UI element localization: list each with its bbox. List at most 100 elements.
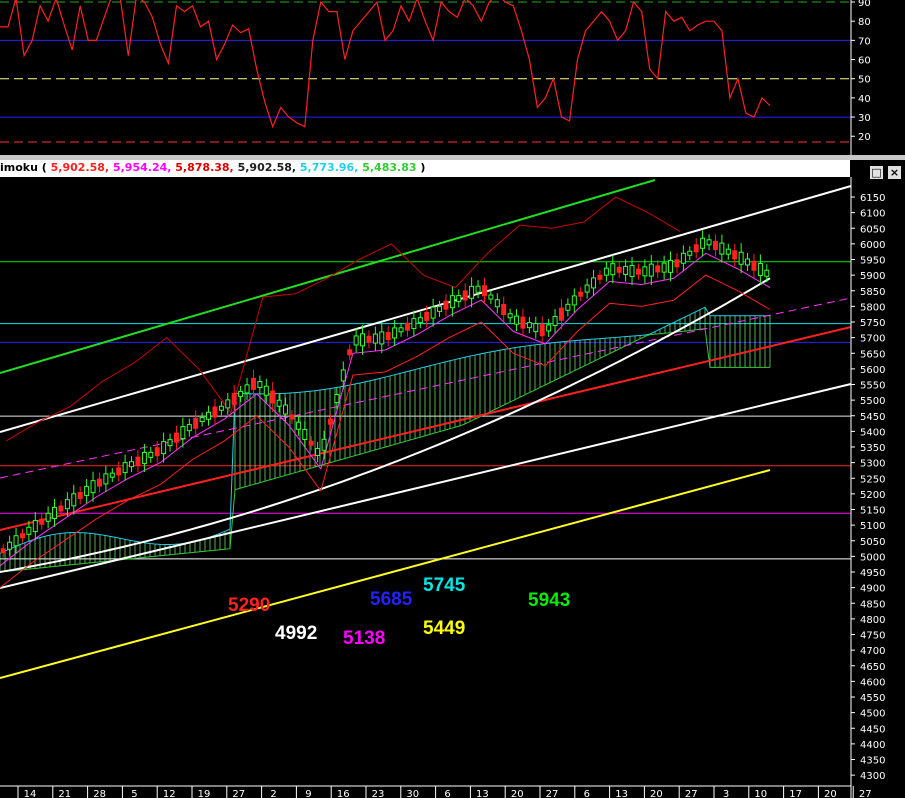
price-axis: 6150 6100 6050 6000 5950 5900 5850 5800 5750 5700… [850,177,905,798]
price-tick-label: 5750 [860,318,885,329]
level-label-5745: 5745 [423,575,466,596]
candle-body [26,526,32,535]
candle-body [257,381,263,388]
value-span-a: 5,773.96, [299,161,359,174]
candle-body [437,305,443,312]
candle-body [411,318,417,330]
candle-body [655,265,661,273]
channel-white-upper [0,185,852,433]
rsi-tick-label: 60 [858,56,871,67]
candle-body [488,294,494,300]
price-tick-label: 5450 [860,412,885,423]
candle-body [501,304,507,315]
channel-green-line [0,179,656,374]
rsi-tick-label: 80 [858,17,871,28]
candle-body [366,335,372,343]
price-tick-label: 5050 [860,537,885,548]
price-tick-label: 4350 [860,756,885,767]
value-span-b: 5,483.83 [362,161,417,174]
candle-body [129,461,135,468]
candle-body [719,242,725,255]
candle-body [13,535,19,547]
level-label-5943: 5943 [528,590,571,611]
rsi-tick-label: 90 [858,0,871,9]
candle-body [32,520,38,533]
candle-body [732,250,738,260]
price-tick-label: 4650 [860,662,885,673]
candle-body [475,285,481,293]
date-tick-label: 5 [131,789,137,798]
candle-body [77,491,83,499]
price-tick-label: 5550 [860,381,885,392]
level-label-4992: 4992 [275,623,318,644]
candle-body [96,478,102,487]
close-button[interactable]: × [887,165,902,180]
date-tick-label: 19 [198,789,211,798]
candle-body [353,335,359,346]
candle-body [725,248,731,255]
candle-body [45,512,51,522]
candle-body [372,333,378,344]
price-tick-label: 4600 [860,677,885,688]
candle-body [661,262,667,273]
candle-body [764,269,770,277]
candle-body [623,265,629,275]
candle-body [315,448,321,456]
candle-body [539,324,545,337]
candle-body [591,277,597,289]
value-tenkan: 5,954.24, [112,161,172,174]
candle-body [340,369,346,382]
candle-body [757,263,763,276]
date-tick-label: 14 [24,789,37,798]
date-tick-label: 27 [685,789,698,798]
candle-body [180,426,186,440]
rsi-panel: 90 80 70 60 50 40 30 20 [0,0,871,155]
candle-body [507,313,513,319]
candle-body [276,399,282,407]
candle-body [321,438,327,451]
candle-body [449,295,455,309]
price-tick-label: 5400 [860,427,885,438]
date-tick-label: 27 [232,789,245,798]
candle-body [404,322,410,331]
candle-body [558,307,564,321]
price-tick-label: 5650 [860,349,885,360]
channel-magenta-dashed [0,297,852,479]
candle-body [52,506,58,519]
candle-body [173,432,179,443]
level-label-5449: 5449 [423,618,466,639]
chikou-line [6,196,681,442]
date-tick-label: 6 [444,789,450,798]
candle-body [231,392,237,405]
candle-body [283,404,289,415]
date-tick-label: 20 [650,789,663,798]
span-b-line [0,328,770,573]
date-axis: 14 21 28 5 12 19 27 2 9 16 23 30 6 13 20 27 6 13 20 27 3 10 17… [0,785,872,798]
rsi-tick-label: 70 [858,36,871,47]
price-tick-label: 5850 [860,287,885,298]
price-tick-label: 5600 [860,365,885,376]
candle-body [206,411,212,420]
candle-body [700,237,706,249]
candle-body [7,541,13,550]
candle-body [0,548,6,554]
maximize-button[interactable]: □ [869,165,884,180]
candle-body [263,385,269,396]
date-tick-label: 9 [305,789,311,798]
date-tick-label: 12 [163,789,176,798]
candle-body [58,505,64,512]
price-tick-label: 5150 [860,506,885,517]
candle-body [244,384,250,394]
candle-body [494,299,500,308]
candle-body [334,394,340,404]
candle-body [546,324,552,332]
date-tick-label: 23 [372,789,385,798]
date-tick-label: 6 [584,789,590,798]
date-tick-label: 2 [270,789,276,798]
date-tick-label: 16 [337,789,350,798]
date-tick-label: 27 [859,789,872,798]
value-close: 5,902.58, [50,161,110,174]
price-tick-label: 4850 [860,599,885,610]
value-kijun: 5,878.38, [175,161,234,174]
candle-body [597,274,603,280]
